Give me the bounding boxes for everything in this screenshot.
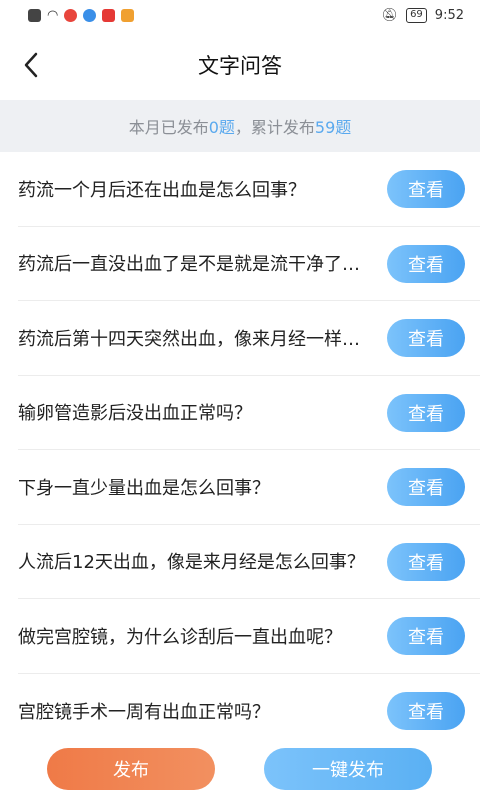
publish-summary: 本月已发布 0题 ，累计发布 59题 [0,100,480,152]
status-time: 9:52 [434,7,464,23]
question-text: 药流后一直没出血了是不是就是流干净了呢？ [18,254,373,276]
view-button[interactable]: 查看 [387,691,465,730]
bottom-action-bar: 发布 一键发布 [0,740,480,800]
status-left-icons: ◠ [28,7,135,23]
view-button[interactable]: 查看 [387,170,465,208]
quick-publish-button[interactable]: 一键发布 [264,748,432,790]
list-item[interactable]: 输卵管造影后没出血正常吗？ 查看 [18,376,480,450]
weibo-icon [64,8,78,22]
app-red-icon [102,8,116,22]
question-text: 药流后第十四天突然出血，像来月经一样怎么回事？ [18,328,373,350]
view-button[interactable]: 查看 [387,617,465,655]
view-button[interactable]: 查看 [387,542,465,581]
summary-middle: ，累计发布 [234,118,315,137]
question-text: 宫腔镜手术一周有出血正常吗？ [18,701,270,723]
list-item[interactable]: 人流后12天出血，像是来月经是怎么回事？ 查看 [18,525,480,599]
status-bar: ◠ 🔕︎ 69 9:52 [0,0,480,30]
browser-icon [83,8,97,22]
list-item[interactable]: 药流后一直没出血了是不是就是流干净了呢？ 查看 [18,227,480,301]
view-button[interactable]: 查看 [387,244,465,283]
battery-icon: 69 [406,7,427,23]
app-store-icon [121,8,135,22]
view-button[interactable]: 查看 [387,468,465,506]
wifi-icon: ◠ [47,7,59,23]
question-text: 做完宫腔镜，为什么诊刮后一直出血呢？ [18,626,342,648]
view-button[interactable]: 查看 [387,319,465,357]
header: 文字问答 [0,30,480,100]
list-item[interactable]: 药流后第十四天突然出血，像来月经一样怎么回事？ 查看 [18,301,480,376]
back-button[interactable] [14,48,48,82]
question-list: 药流一个月后还在出血是怎么回事？ 查看 药流后一直没出血了是不是就是流干净了呢？… [0,152,480,748]
list-item[interactable]: 宫腔镜手术一周有出血正常吗？ 查看 [18,674,480,749]
list-item[interactable]: 做完宫腔镜，为什么诊刮后一直出血呢？ 查看 [18,599,480,674]
list-item[interactable]: 下身一直少量出血是怎么回事？ 查看 [18,450,480,525]
alert-icon [28,8,41,22]
page-title: 文字问答 [198,54,282,78]
question-text: 药流一个月后还在出血是怎么回事？ [18,179,306,201]
list-item[interactable]: 药流一个月后还在出血是怎么回事？ 查看 [18,152,480,227]
status-right: 🔕︎ 69 9:52 [381,7,464,23]
total-count: 59题 [314,118,352,137]
question-text: 输卵管造影后没出血正常吗？ [18,403,252,425]
publish-button[interactable]: 发布 [47,748,215,790]
chevron-left-icon [24,52,38,78]
month-count: 0题 [208,118,235,137]
question-text: 下身一直少量出血是怎么回事？ [18,477,270,499]
mute-bell-icon: 🔕︎ [381,7,399,23]
question-text: 人流后12天出血，像是来月经是怎么回事？ [18,552,365,574]
summary-prefix: 本月已发布 [128,118,209,137]
view-button[interactable]: 查看 [387,393,465,432]
